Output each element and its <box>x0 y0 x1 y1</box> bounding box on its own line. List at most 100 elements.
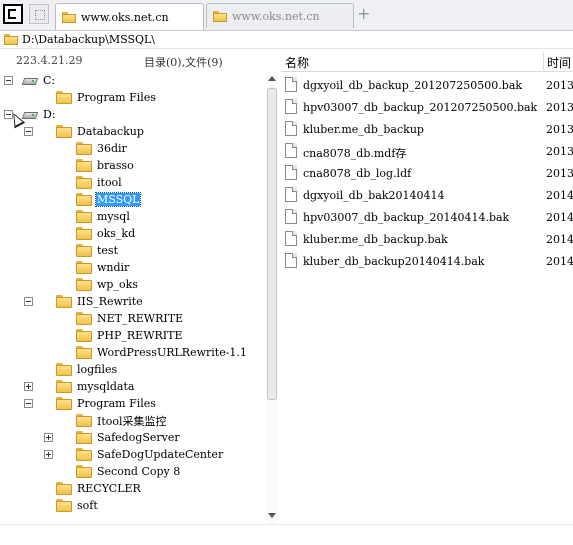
blank-page-icon[interactable] <box>29 4 49 24</box>
file-name: kluber.me_db_backup <box>303 123 424 136</box>
status-bar <box>0 524 573 545</box>
tree-node[interactable]: Itool采集监控 <box>76 412 168 429</box>
file-name: hpv03007_db_backup_20140414.bak <box>303 211 510 224</box>
tree-node[interactable]: itool <box>76 174 123 191</box>
scroll-thumb[interactable] <box>267 88 277 400</box>
folder-icon <box>76 431 92 444</box>
file-list-header: 名称 时间 <box>281 50 573 72</box>
tree-node[interactable]: 36dir <box>76 140 128 157</box>
file-row[interactable]: hpv03007_db_backup_20140414.bak 2014- <box>281 206 573 228</box>
tree-node[interactable]: C: <box>22 72 56 89</box>
window-menu-icon[interactable] <box>3 4 23 24</box>
tree-node-label[interactable]: IIS_Rewrite <box>76 295 144 308</box>
collapse-minus-icon[interactable] <box>24 127 33 136</box>
tree-node-label[interactable]: D: <box>42 108 57 121</box>
tree-node-label[interactable]: Databackup <box>76 125 145 138</box>
tree-node-label[interactable]: WordPressURLRewrite-1.1 <box>96 346 248 359</box>
tree-node[interactable]: wp_oks <box>76 276 139 293</box>
tree-node[interactable]: D: <box>22 106 57 123</box>
file-list: dgxyoil_db_backup_201207250500.bak2013-h… <box>281 74 573 524</box>
tree-node[interactable]: wndir <box>76 259 130 276</box>
tree-node[interactable]: Program Files <box>56 395 157 412</box>
scroll-up-icon[interactable] <box>268 76 276 81</box>
tree-node[interactable]: NET_REWRITE <box>76 310 184 327</box>
tree-node[interactable]: Second Copy 8 <box>76 463 181 480</box>
tree-node[interactable]: oks_kd <box>76 225 136 242</box>
column-name-header[interactable]: 名称 <box>285 54 309 71</box>
tree-node[interactable]: SafeDogUpdateCenter <box>76 446 224 463</box>
tree-node[interactable]: mysqldata <box>56 378 135 395</box>
tree-node-label[interactable]: Second Copy 8 <box>96 465 181 478</box>
new-tab-button[interactable]: + <box>357 6 370 22</box>
folder-icon <box>76 210 92 223</box>
tab-active[interactable]: www.oks.net.cn <box>55 3 204 30</box>
file-row[interactable]: kluber.me_db_backup.bak 2014- <box>281 228 573 250</box>
folder-icon <box>76 142 92 155</box>
collapse-minus-icon[interactable] <box>24 297 33 306</box>
tree-node[interactable]: Program Files <box>56 89 157 106</box>
tree-node-label[interactable]: PHP_REWRITE <box>96 329 184 342</box>
scroll-down-icon[interactable] <box>268 513 276 518</box>
tree-node-label[interactable]: MSSQL <box>94 192 142 207</box>
tree-node[interactable]: RECYCLER <box>56 480 142 497</box>
tree-node-label[interactable]: logfiles <box>76 363 118 376</box>
folder-icon <box>76 176 92 189</box>
collapse-minus-icon[interactable] <box>24 399 33 408</box>
tree-node[interactable]: SafedogServer <box>76 429 181 446</box>
tree-node-label[interactable]: Program Files <box>76 91 157 104</box>
tree-node-label[interactable]: Program Files <box>76 397 157 410</box>
tree-node[interactable]: IIS_Rewrite <box>56 293 144 310</box>
folder-icon <box>76 465 92 478</box>
tree-node[interactable]: Databackup <box>56 123 145 140</box>
tree-node-label[interactable]: SafeDogUpdateCenter <box>96 448 224 461</box>
tree-node-label[interactable]: SafedogServer <box>96 431 181 444</box>
expand-plus-icon[interactable] <box>44 450 53 459</box>
tree-node-label[interactable]: test <box>96 244 119 257</box>
tab-inactive[interactable]: www.oks.net.cn <box>206 3 354 28</box>
tree-node[interactable]: soft <box>56 497 99 514</box>
folder-icon <box>76 414 92 427</box>
file-row[interactable]: cna8078_db_log.ldf 2013- <box>281 162 573 184</box>
tree-node-label[interactable]: NET_REWRITE <box>96 312 184 325</box>
tree-node-label[interactable]: mysqldata <box>76 380 135 393</box>
address-bar[interactable]: D:\Databackup\MSSQL\ <box>0 31 573 49</box>
tree-scrollbar[interactable] <box>266 72 278 524</box>
column-time-header[interactable]: 时间 <box>547 54 571 71</box>
tree-node[interactable]: test <box>76 242 119 259</box>
tree-node-label[interactable]: wp_oks <box>96 278 139 291</box>
tree-node-label[interactable]: C: <box>42 74 56 87</box>
file-row[interactable]: dgxyoil_db_bak20140414 2014- <box>281 184 573 206</box>
tree-node-label[interactable]: mysql <box>96 210 131 223</box>
tree-node[interactable]: MSSQL <box>76 191 142 208</box>
tree-node-label[interactable]: Itool采集监控 <box>96 413 168 429</box>
tree-node-label[interactable]: wndir <box>96 261 130 274</box>
expand-plus-icon[interactable] <box>44 433 53 442</box>
expand-plus-icon[interactable] <box>24 382 33 391</box>
tree-node-label[interactable]: oks_kd <box>96 227 136 240</box>
tree-node-label[interactable]: soft <box>76 499 99 512</box>
file-row[interactable]: dgxyoil_db_backup_201207250500.bak 2013- <box>281 74 573 96</box>
tree-node[interactable]: mysql <box>76 208 131 225</box>
address-path: D:\Databackup\MSSQL\ <box>22 33 156 46</box>
file-row[interactable]: kluber.me_db_backup 2013- <box>281 118 573 140</box>
file-row[interactable]: hpv03007_db_backup_201207250500.bak 2013- <box>281 96 573 118</box>
tree-node[interactable]: logfiles <box>56 361 118 378</box>
folder-tree[interactable]: C: Program Files D: Databackup 36dir brasso it… <box>0 72 266 524</box>
tree-node-label[interactable]: itool <box>96 176 123 189</box>
file-time: 2013- <box>546 167 573 180</box>
collapse-minus-icon[interactable] <box>4 76 13 85</box>
file-time: 2014- <box>546 189 573 202</box>
tree-node[interactable]: brasso <box>76 157 135 174</box>
tree-node-label[interactable]: 36dir <box>96 142 128 155</box>
file-row[interactable]: kluber_db_backup20140414.bak 2014- <box>281 250 573 272</box>
file-row[interactable]: cna8078_db.mdf存 2013- <box>281 140 573 162</box>
column-divider[interactable] <box>543 52 544 70</box>
tree-node[interactable]: WordPressURLRewrite-1.1 <box>76 344 248 361</box>
file-icon <box>285 209 297 224</box>
tab-label: www.oks.net.cn <box>81 10 169 24</box>
file-time: 2013- <box>546 101 573 114</box>
tree-node-label[interactable]: RECYCLER <box>76 482 142 495</box>
tree-node[interactable]: PHP_REWRITE <box>76 327 184 344</box>
tree-node-label[interactable]: brasso <box>96 159 135 172</box>
file-icon <box>285 143 297 158</box>
